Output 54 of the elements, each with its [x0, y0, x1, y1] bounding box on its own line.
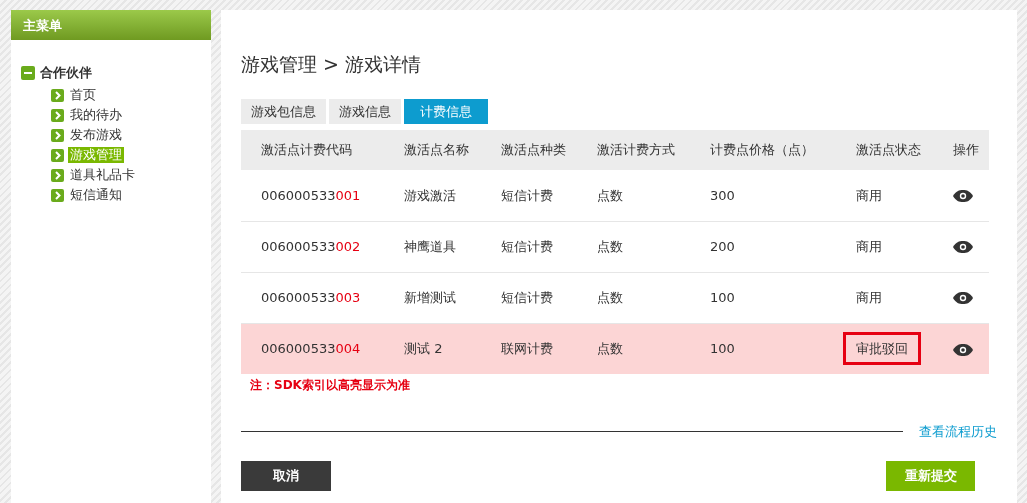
column-header: 激活点计费代码	[261, 142, 352, 158]
chevron-icon	[51, 148, 64, 162]
sidebar-item[interactable]: 发布游戏	[68, 127, 124, 144]
table-cell: 短信计费	[500, 238, 553, 254]
tab[interactable]: 游戏包信息	[241, 98, 326, 124]
table-cell: 006000533002	[261, 238, 361, 254]
chevron-icon	[51, 128, 64, 142]
table-cell: 短信计费	[500, 187, 553, 203]
column-header: 操作	[952, 142, 979, 158]
chevron-icon	[51, 88, 64, 102]
table-cell: 点数	[596, 341, 623, 356]
note-text: 注：SDK索引以高亮显示为准	[249, 377, 410, 394]
eye-icon[interactable]	[952, 241, 973, 254]
column-header: 激活点名称	[404, 142, 470, 158]
eye-icon[interactable]	[952, 292, 973, 305]
table-cell: 100	[709, 341, 735, 356]
table-cell: 神鹰道具	[404, 238, 457, 254]
eye-icon[interactable]	[952, 190, 973, 202]
flagged-status: 审批驳回	[846, 335, 919, 362]
column-header: 激活点种类	[500, 142, 566, 158]
table-cell: 点数	[596, 238, 623, 254]
sidebar-item[interactable]: 道具礼品卡	[68, 167, 137, 184]
table-cell: 联网计费	[500, 341, 553, 356]
tab[interactable]: 游戏信息	[329, 98, 401, 124]
table-cell: 测试 2	[404, 341, 443, 356]
table-cell: 006000533003	[261, 289, 361, 305]
sidebar-item[interactable]: 我的待办	[68, 107, 124, 124]
sidebar-title: 主菜单	[11, 10, 211, 40]
collapse-icon[interactable]	[21, 65, 35, 80]
table-cell: 300	[709, 187, 735, 203]
eye-icon[interactable]	[952, 343, 973, 356]
sidebar-item[interactable]: 首页	[68, 87, 98, 104]
group-label[interactable]: 合作伙伴	[40, 63, 92, 83]
table-cell: 短信计费	[500, 289, 553, 305]
cancel-button[interactable]: 取消	[241, 461, 331, 491]
table-cell: 点数	[596, 187, 623, 203]
chevron-icon	[51, 108, 64, 122]
table-cell: 200	[709, 238, 735, 254]
table-cell: 点数	[596, 289, 623, 305]
table-cell: 商用	[856, 187, 883, 203]
sidebar-item[interactable]: 短信通知	[68, 187, 124, 204]
chevron-icon	[51, 168, 64, 182]
column-header: 激活计费方式	[596, 142, 675, 158]
column-header: 激活点状态	[856, 142, 922, 158]
breadcrumb: 游戏管理 > 游戏详情	[241, 52, 421, 77]
table-cell: 006000533001	[261, 187, 361, 203]
table-cell: 游戏激活	[404, 187, 457, 203]
column-header: 计费点价格（点）	[709, 142, 814, 158]
table-cell: 商用	[856, 289, 883, 305]
table-cell: 商用	[856, 238, 883, 254]
chevron-icon	[51, 188, 64, 202]
table-cell: 新增测试	[404, 289, 457, 305]
table-cell: 006000533004	[261, 341, 361, 356]
table-cell: 100	[709, 289, 735, 305]
